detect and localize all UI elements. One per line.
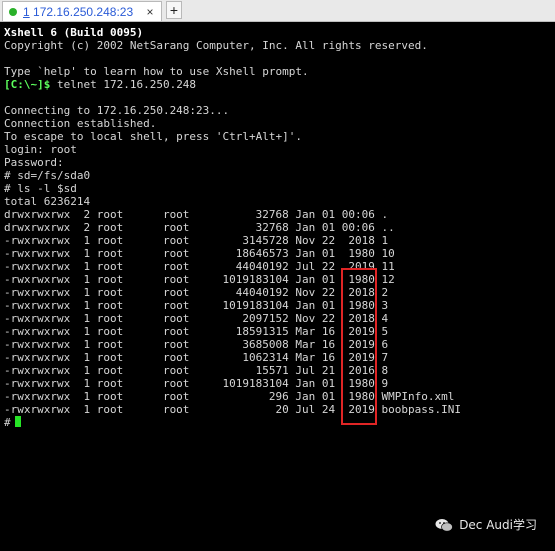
terminal-line: [C:\~]$ telnet 172.16.250.248	[4, 78, 461, 91]
terminal-line: -rwxrwxrwx 1 root root 44040192 Nov 22 2…	[4, 286, 389, 299]
session-tab[interactable]: 1 172.16.250.248:23 ×	[2, 1, 162, 21]
tab-host: 172.16.250.248:23	[33, 4, 134, 19]
terminal-line: -rwxrwxrwx 1 root root 1019183104 Jan 01…	[4, 377, 389, 390]
text-cursor	[14, 416, 21, 427]
watermark: Dec Audi学习	[435, 516, 537, 533]
terminal-output: Xshell 6 (Build 0095) Copyright (c) 2002 …	[4, 26, 461, 429]
shell-prompt: [C:\~]$	[4, 78, 51, 91]
terminal-line: Connection established.	[4, 117, 157, 130]
connected-status-icon	[9, 7, 17, 16]
terminal-area[interactable]: Xshell 6 (Build 0095) Copyright (c) 2002 …	[0, 22, 555, 551]
prompt-command: telnet 172.16.250.248	[50, 78, 197, 91]
terminal-line: -rwxrwxrwx 1 root root 2097152 Nov 22 20…	[4, 312, 389, 325]
terminal-line: Password:	[4, 156, 64, 169]
terminal-line: # ls -l $sd	[4, 182, 77, 195]
terminal-line: total 6236214	[4, 195, 91, 208]
terminal-line: -rwxrwxrwx 1 root root 3685008 Mar 16 20…	[4, 338, 389, 351]
terminal-line: -rwxrwxrwx 1 root root 44040192 Jul 22 2…	[4, 260, 395, 273]
terminal-line: -rwxrwxrwx 1 root root 1019183104 Jan 01…	[4, 299, 389, 312]
terminal-line: Type `help' to learn how to use Xshell p…	[4, 65, 309, 78]
watermark-text: Dec Audi学习	[459, 518, 537, 532]
terminal-line: # sd=/fs/sda0	[4, 169, 91, 182]
tab-bar: 1 172.16.250.248:23 × +	[0, 0, 555, 22]
tab-number: 1	[23, 4, 30, 19]
terminal-line: -rwxrwxrwx 1 root root 15571 Jul 21 2016…	[4, 364, 389, 377]
terminal-line: drwxrwxrwx 2 root root 32768 Jan 01 00:0…	[4, 221, 395, 234]
new-tab-button[interactable]: +	[166, 1, 182, 19]
tab-label: 1 172.16.250.248:23	[23, 5, 133, 19]
terminal-line: -rwxrwxrwx 1 root root 18591315 Mar 16 2…	[4, 325, 389, 338]
wechat-icon	[435, 518, 453, 531]
final-prompt: #	[4, 416, 11, 429]
close-tab-icon[interactable]: ×	[143, 5, 157, 19]
terminal-line: Connecting to 172.16.250.248:23...	[4, 104, 230, 117]
terminal-line: login: root	[4, 143, 77, 156]
terminal-line: Copyright (c) 2002 NetSarang Computer, I…	[4, 39, 428, 52]
terminal-line: -rwxrwxrwx 1 root root 1019183104 Jan 01…	[4, 273, 395, 286]
highlight-box	[341, 268, 377, 425]
terminal-line: -rwxrwxrwx 1 root root 3145728 Nov 22 20…	[4, 234, 389, 247]
terminal-line: To escape to local shell, press 'Ctrl+Al…	[4, 130, 303, 143]
terminal-line: -rwxrwxrwx 1 root root 18646573 Jan 01 1…	[4, 247, 395, 260]
terminal-line: drwxrwxrwx 2 root root 32768 Jan 01 00:0…	[4, 208, 389, 221]
terminal-line: -rwxrwxrwx 1 root root 20 Jul 24 2019 bo…	[4, 403, 461, 416]
terminal-line: -rwxrwxrwx 1 root root 296 Jan 01 1980 W…	[4, 390, 455, 403]
terminal-line: Xshell 6 (Build 0095)	[4, 26, 144, 39]
final-prompt-line: #	[4, 416, 461, 429]
terminal-line: -rwxrwxrwx 1 root root 1062314 Mar 16 20…	[4, 351, 389, 364]
